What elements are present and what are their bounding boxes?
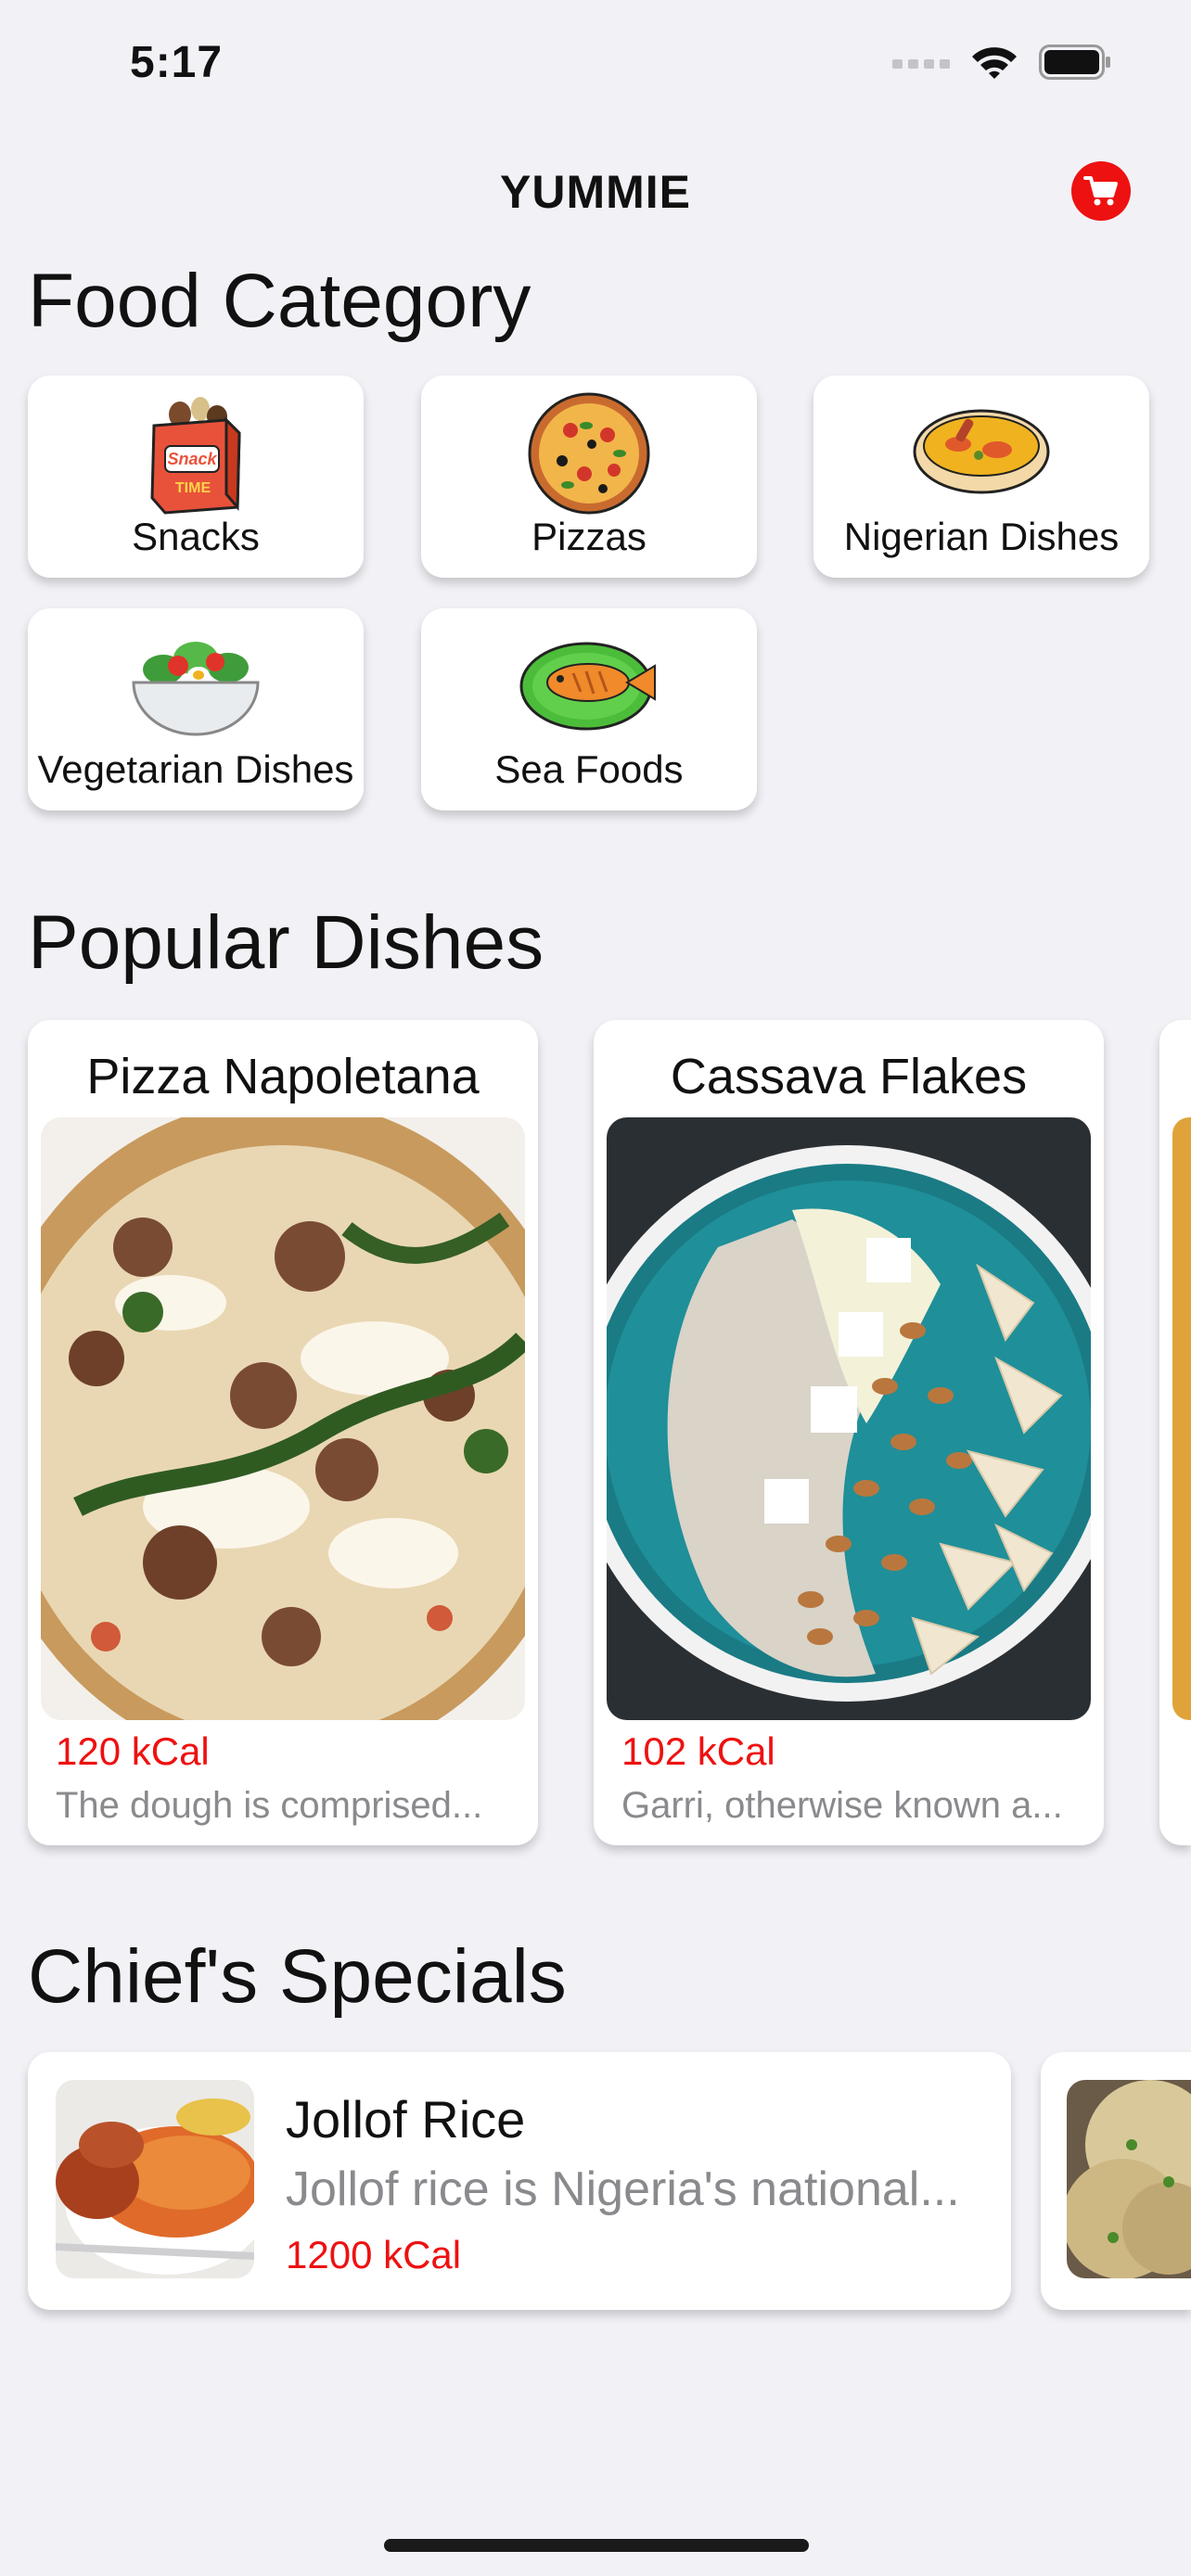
cellular-signal-icon bbox=[892, 59, 950, 69]
category-snacks[interactable]: Snack TIME Snacks bbox=[28, 376, 364, 578]
dish-image bbox=[41, 1117, 525, 1720]
dish-description: Garri, otherwise known a... bbox=[621, 1785, 1063, 1826]
category-label: Vegetarian Dishes bbox=[37, 747, 354, 791]
dish-kcal: 102 kCal bbox=[621, 1729, 775, 1773]
dish-card-cassava-flakes[interactable]: Cassava Flakes 102 kCal Garri, otherwise… bbox=[594, 1020, 1104, 1845]
dish-image bbox=[1172, 1117, 1191, 1720]
app-title: YUMMIE bbox=[500, 166, 691, 218]
status-time: 5:17 bbox=[130, 38, 224, 87]
special-card-partial[interactable] bbox=[1041, 2052, 1191, 2310]
status-bar: 5:17 bbox=[0, 0, 1191, 130]
category-pizzas[interactable]: Pizzas bbox=[421, 376, 757, 578]
dish-card-pizza-napoletana[interactable]: Pizza Napoletana 120 kCal The dough is c… bbox=[28, 1020, 538, 1845]
svg-text:TIME: TIME bbox=[175, 480, 211, 496]
special-image bbox=[1067, 2080, 1191, 2278]
category-sea-foods[interactable]: Sea Foods bbox=[421, 608, 757, 810]
dish-kcal: 120 kCal bbox=[56, 1729, 210, 1773]
popular-dishes-title: Popular Dishes bbox=[28, 900, 544, 985]
wifi-icon bbox=[972, 47, 1017, 79]
special-image bbox=[56, 2080, 254, 2278]
category-vegetarian-dishes[interactable]: Vegetarian Dishes bbox=[28, 608, 364, 810]
chiefs-specials-title: Chief's Specials bbox=[28, 1934, 567, 2019]
snack-box-icon: Snack TIME bbox=[150, 397, 241, 515]
pizza-icon bbox=[528, 392, 650, 515]
status-icons bbox=[892, 45, 1111, 80]
home-indicator bbox=[384, 2539, 809, 2552]
category-label: Nigerian Dishes bbox=[843, 515, 1120, 558]
salad-bowl-icon bbox=[132, 642, 260, 736]
category-label: Snacks bbox=[132, 515, 260, 558]
dish-name: Pizza Napoletana bbox=[86, 1049, 480, 1104]
category-nigerian-dishes[interactable]: Nigerian Dishes bbox=[813, 376, 1149, 578]
food-category-title: Food Category bbox=[28, 259, 531, 343]
cart-icon bbox=[1083, 176, 1118, 206]
category-label: Sea Foods bbox=[494, 747, 684, 791]
fish-plate-icon bbox=[519, 642, 656, 731]
special-card-jollof-rice[interactable]: Jollof Rice Jollof rice is Nigeria's nat… bbox=[28, 2052, 1011, 2310]
dish-image bbox=[607, 1117, 1091, 1720]
category-label: Pizzas bbox=[531, 515, 647, 558]
dish-card-partial[interactable] bbox=[1159, 1020, 1191, 1845]
special-kcal: 1200 kCal bbox=[286, 2233, 462, 2276]
battery-icon bbox=[1039, 45, 1110, 80]
special-name: Jollof Rice bbox=[286, 2090, 526, 2149]
dish-description: The dough is comprised... bbox=[56, 1785, 483, 1826]
cart-button[interactable] bbox=[1071, 161, 1131, 221]
dish-name: Cassava Flakes bbox=[670, 1049, 1028, 1104]
special-description: Jollof rice is Nigeria's national... bbox=[286, 2162, 960, 2216]
soup-bowl-icon bbox=[913, 409, 1050, 494]
svg-text:Snack: Snack bbox=[167, 450, 217, 468]
